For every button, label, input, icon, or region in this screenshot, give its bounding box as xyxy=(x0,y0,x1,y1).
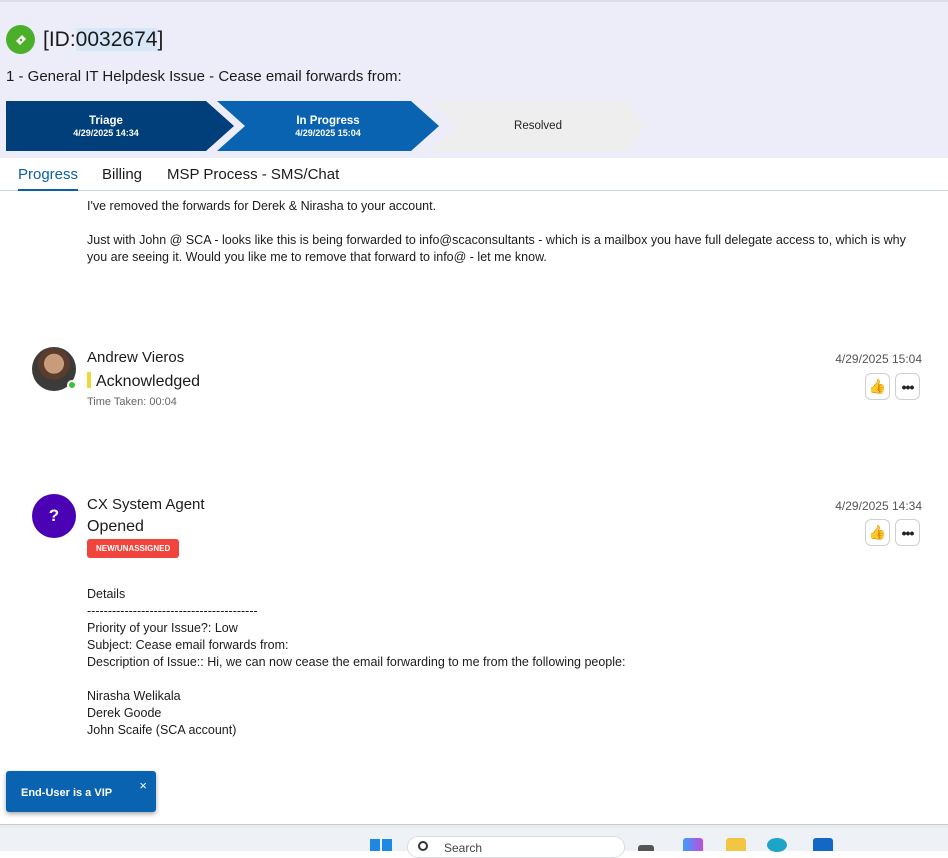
stage-name: In Progress xyxy=(296,114,360,127)
timeline: I've removed the forwards for Derek & Ni… xyxy=(0,192,948,824)
stage-date: 4/29/2025 14:34 xyxy=(73,127,139,138)
avatar-cx-system-agent: ? xyxy=(32,494,76,538)
search-placeholder: Search xyxy=(444,841,483,855)
reply-line-1: I've removed the forwards for Derek & Ni… xyxy=(87,199,437,213)
vip-toast-label: End-User is a VIP xyxy=(21,787,113,799)
more-options-button[interactable]: ••• xyxy=(895,519,920,546)
tab-bar: Progress Billing MSP Process - SMS/Chat xyxy=(0,158,948,191)
tab-msp-process[interactable]: MSP Process - SMS/Chat xyxy=(167,166,339,183)
like-button[interactable]: 👍 xyxy=(865,373,890,400)
ticket-icon xyxy=(6,25,35,54)
store-icon[interactable] xyxy=(813,838,833,851)
ticket-id-prefix: [ID: xyxy=(43,28,76,51)
tab-progress[interactable]: Progress xyxy=(18,166,79,191)
status-badge: NEW/UNASSIGNED xyxy=(87,539,180,558)
status-indicator xyxy=(87,372,91,388)
thumbs-up-icon: 👍 xyxy=(868,524,887,540)
windows-start-icon[interactable] xyxy=(370,839,392,851)
search-icon xyxy=(418,841,428,851)
stage-date: 4/29/2025 15:04 xyxy=(295,127,361,138)
ticket-id: [ID:0032674] xyxy=(43,28,163,52)
stage-in-progress[interactable]: In Progress 4/29/2025 15:04 xyxy=(217,101,439,151)
stage-triage[interactable]: Triage 4/29/2025 14:34 xyxy=(6,101,234,151)
os-taskbar: Search xyxy=(0,828,948,858)
thumbs-up-icon: 👍 xyxy=(868,378,887,394)
close-icon[interactable]: × xyxy=(139,778,147,793)
author-name: Andrew Vieros xyxy=(87,349,185,366)
taskbar-search-input[interactable]: Search xyxy=(407,836,625,858)
avatar-letter: ? xyxy=(48,506,60,525)
tab-billing[interactable]: Billing xyxy=(102,166,142,183)
ticket-id-number[interactable]: 0032674 xyxy=(75,28,158,51)
online-status-dot xyxy=(67,380,77,390)
copilot-icon[interactable] xyxy=(683,838,703,851)
time-taken: Time Taken: 00:04 xyxy=(87,396,177,408)
vip-toast: End-User is a VIP × xyxy=(6,771,156,812)
like-button[interactable]: 👍 xyxy=(865,519,890,546)
file-explorer-icon[interactable] xyxy=(726,838,746,851)
ticket-details: Details --------------------------------… xyxy=(87,587,626,737)
stage-progress-bar: Triage 4/29/2025 14:34 In Progress 4/29/… xyxy=(6,101,646,151)
more-options-button[interactable]: ••• xyxy=(895,373,920,400)
stage-resolved[interactable]: Resolved xyxy=(430,101,646,151)
ticket-id-suffix: ] xyxy=(157,28,164,51)
ellipsis-icon: ••• xyxy=(901,524,915,541)
reply-line-2: Just with John @ SCA - looks like this i… xyxy=(87,233,906,264)
entry-timestamp: 4/29/2025 15:04 xyxy=(835,352,922,366)
stage-name: Triage xyxy=(89,114,123,127)
stage-name: Resolved xyxy=(514,120,562,132)
task-view-icon[interactable] xyxy=(638,845,654,851)
entry-status: Acknowledged xyxy=(87,372,200,391)
edge-browser-icon[interactable] xyxy=(767,838,787,852)
ticket-header: [ID:0032674] 1 - General IT Helpdesk Iss… xyxy=(0,0,948,158)
entry-timestamp: 4/29/2025 14:34 xyxy=(835,499,922,513)
author-name: CX System Agent xyxy=(87,496,205,513)
ellipsis-icon: ••• xyxy=(901,378,915,395)
entry-status-label: Opened xyxy=(87,518,144,535)
ticket-title: 1 - General IT Helpdesk Issue - Cease em… xyxy=(6,68,402,85)
entry-status-label: Acknowledged xyxy=(96,373,201,390)
